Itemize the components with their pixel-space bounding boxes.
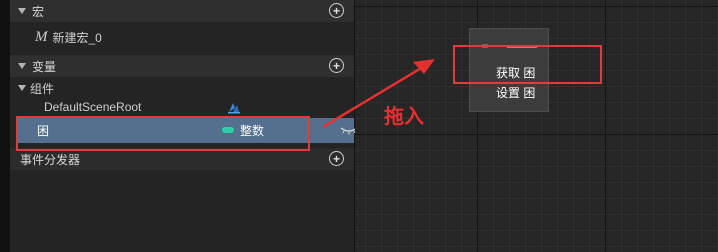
- drag-arrow-icon: [322, 59, 435, 129]
- drag-in-annotation: 拖入: [384, 106, 424, 128]
